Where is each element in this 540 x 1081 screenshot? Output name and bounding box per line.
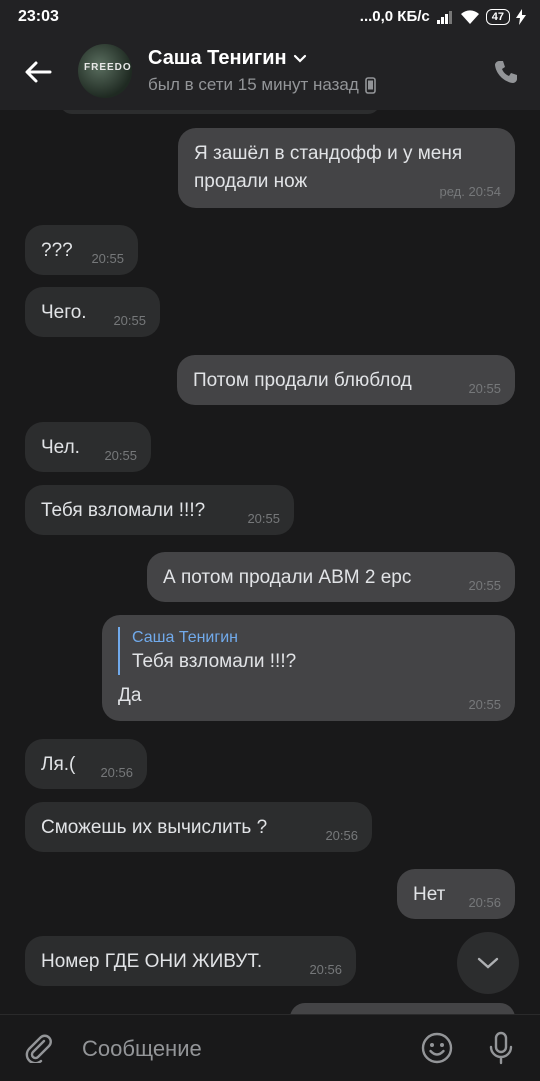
message-text: А потом продали ABM 2 epc [163,567,412,588]
message-bubble-outgoing[interactable]: Нет 20:56 [397,869,515,919]
message-text: Да [118,685,142,706]
last-seen: был в сети 15 минут назад [148,75,376,95]
chevron-down-icon [293,54,306,63]
message-text: Номер ГДЕ ОНИ ЖИВУТ. [41,951,263,972]
message-time: 20:55 [468,578,501,593]
paperclip-icon[interactable] [22,1031,54,1063]
message-time: 20:55 [113,313,146,328]
message-bubble-incoming[interactable]: Номер ГДЕ ОНИ ЖИВУТ. 20:56 [25,936,356,986]
microphone-icon[interactable] [486,1031,516,1065]
message-bubble-partial [60,110,380,114]
network-speed: ...0,0 КБ/с [359,8,430,25]
message-bubble-incoming[interactable]: Ля.( 20:56 [25,739,147,789]
message-time: 20:55 [91,251,124,266]
message-bubble-incoming[interactable]: Чел. 20:55 [25,422,151,472]
phone-icon[interactable] [492,58,520,86]
message-bubble-outgoing[interactable]: Потом продали блюблод 20:55 [177,355,515,405]
signal-icon [436,10,452,24]
mobile-device-icon [364,76,376,94]
message-bubble-outgoing-reply[interactable]: Саша Тенигин Тебя взломали !!!? Да 20:55 [102,615,515,721]
message-bubble-outgoing[interactable]: Я зашёл в стандофф и у меня продали нож … [178,128,515,208]
message-time: 20:55 [468,381,501,396]
message-bubble-incoming[interactable]: Тебя взломали !!!? 20:55 [25,485,294,535]
message-time: 20:56 [309,962,342,977]
message-bubble-incoming[interactable]: ??? 20:55 [25,225,138,275]
back-arrow-icon[interactable] [22,56,54,88]
message-composer [0,1014,540,1081]
message-input[interactable] [80,1033,384,1065]
wifi-icon [460,9,479,24]
reply-quote[interactable]: Саша Тенигин Тебя взломали !!!? [118,627,499,675]
last-seen-label: был в сети 15 минут назад [148,75,359,94]
message-bubble-outgoing[interactable]: А потом продали ABM 2 epc 20:55 [147,552,515,602]
avatar-text: FREEDOM [84,62,132,73]
message-text: Тебя взломали !!!? [41,500,206,521]
message-time: 20:55 [247,511,280,526]
message-text: Сможешь их вычислить ? [41,817,268,838]
scroll-down-button[interactable] [457,932,519,994]
battery-indicator: 47 [485,8,510,25]
message-bubble-incoming[interactable]: Сможешь их вычислить ? 20:56 [25,802,372,852]
charging-icon [516,8,526,25]
message-bubble-partial [290,1003,515,1014]
status-time: 23:03 [18,8,59,25]
message-time: 20:56 [468,895,501,910]
message-time: 20:55 [104,448,137,463]
contact-name[interactable]: Саша Тенигин [148,47,307,70]
message-time: 20:56 [325,828,358,843]
message-bubble-incoming[interactable]: Чего. 20:55 [25,287,160,337]
status-bar: 23:03 ...0,0 КБ/с 47 [0,0,540,34]
message-list[interactable]: Я зашёл в стандофф и у меня продали нож … [0,110,540,1014]
chevron-down-icon [477,957,499,969]
message-time: ред. 20:54 [439,184,501,199]
reply-author: Саша Тенигин [132,629,238,646]
reply-text: Тебя взломали !!!? [132,651,297,672]
message-time: 20:55 [468,697,501,712]
message-text: Потом продали блюблод [193,370,412,391]
status-icons: ...0,0 КБ/с 47 [360,8,526,25]
message-time: 20:56 [100,765,133,780]
avatar[interactable]: FREEDOM [78,44,132,98]
contact-name-label: Саша Тенигин [148,47,287,69]
emoji-icon[interactable] [420,1031,454,1065]
chat-header: FREEDOM Саша Тенигин был в сети 15 минут… [0,34,540,110]
